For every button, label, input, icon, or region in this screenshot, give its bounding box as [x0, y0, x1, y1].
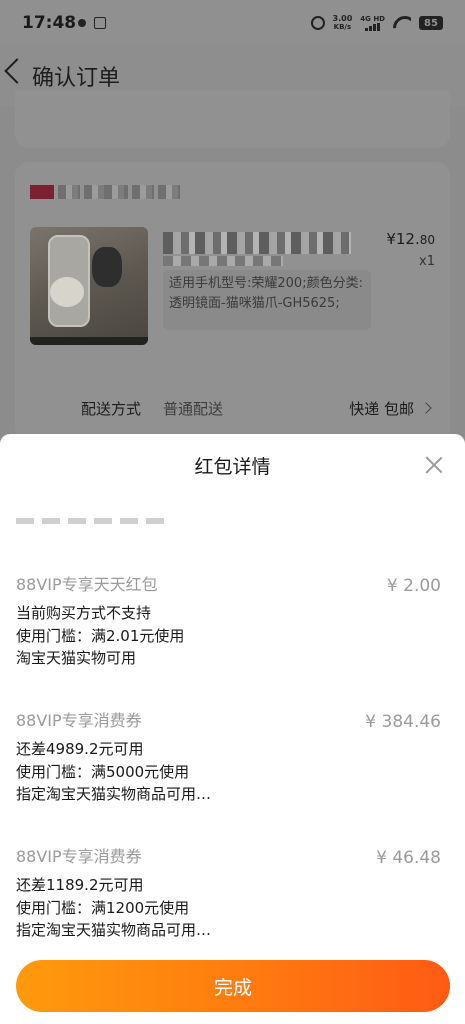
coupon-item[interactable]: 88VIP专享消费券 ¥ 46.48 还差1189.2元可用 使用门槛：满120…: [16, 846, 441, 942]
signal-icon: 4G HD: [360, 15, 385, 31]
coupon-amount: ¥ 2.00: [386, 576, 441, 596]
coupon-threshold: 使用门槛：满1200元使用: [16, 898, 190, 917]
coupon-amount: ¥ 384.46: [365, 712, 441, 732]
battery-icon: 85: [419, 16, 443, 30]
coupon-status: 还差1189.2元可用: [16, 876, 144, 894]
product-title: [163, 232, 351, 254]
done-button[interactable]: 完成: [16, 960, 450, 1012]
back-icon[interactable]: [4, 58, 30, 84]
coupon-threshold: 使用门槛：满2.01元使用: [16, 626, 185, 645]
app-notification-icon: [94, 17, 106, 29]
status-bar: 17:48 3.00 KB/s 4G HD 85: [0, 0, 465, 44]
delivery-label: 配送方式: [81, 400, 142, 418]
status-indicators: 3.00 KB/s 4G HD 85: [310, 13, 443, 33]
net-speed: 3.00 KB/s: [332, 14, 353, 32]
product-quantity: x1: [419, 254, 435, 269]
sheet-title: 红包详情: [194, 456, 271, 478]
redpacket-sheet: 红包详情 88VIP专享天天红包 ¥ 2.00 当前购买方式不支持 使用门槛：满…: [0, 434, 465, 1024]
product-card: ¥12.80 x1 适用手机型号:荣耀200;颜色分类:透明镜面-猫咪猫爪-GH…: [15, 162, 450, 442]
coupon-threshold: 使用门槛：满5000元使用: [16, 762, 190, 781]
close-icon[interactable]: [425, 456, 443, 474]
coupon-item[interactable]: 88VIP专享消费券 ¥ 384.46 还差4989.2元可用 使用门槛：满50…: [16, 710, 441, 806]
coupon-name: 88VIP专享天天红包: [16, 575, 158, 594]
status-time: 17:48: [22, 13, 77, 33]
coupon-status: 还差4989.2元可用: [16, 740, 144, 758]
coupon-item[interactable]: 88VIP专享天天红包 ¥ 2.00 当前购买方式不支持 使用门槛：满2.01元…: [16, 574, 441, 670]
taobao-notification-icon: [78, 19, 86, 27]
shop-name: [30, 184, 180, 200]
coupon-status: 当前购买方式不支持: [16, 604, 152, 622]
coupon-scope: 指定淘宝天猫实物商品可用…: [16, 921, 212, 939]
wifi-icon: [393, 16, 411, 30]
alarm-icon: [310, 16, 325, 30]
delivery-value: 普通配送: [163, 400, 224, 418]
coupon-scope: 淘宝天猫实物可用: [16, 649, 137, 667]
product-image[interactable]: [30, 227, 148, 345]
address-card: [15, 90, 450, 148]
product-price: ¥12.80: [386, 230, 435, 248]
coupon-scope: 指定淘宝天猫实物商品可用…: [16, 785, 212, 803]
scrolled-content-edge: [16, 518, 166, 524]
shop-logo: [30, 185, 54, 199]
coupon-amount: ¥ 46.48: [376, 848, 441, 868]
chevron-right-icon: [420, 402, 432, 414]
page-title: 确认订单: [32, 66, 121, 91]
delivery-option[interactable]: 快递 包邮: [349, 398, 432, 419]
product-spec: 适用手机型号:荣耀200;颜色分类:透明镜面-猫咪猫爪-GH5625;: [163, 270, 371, 330]
